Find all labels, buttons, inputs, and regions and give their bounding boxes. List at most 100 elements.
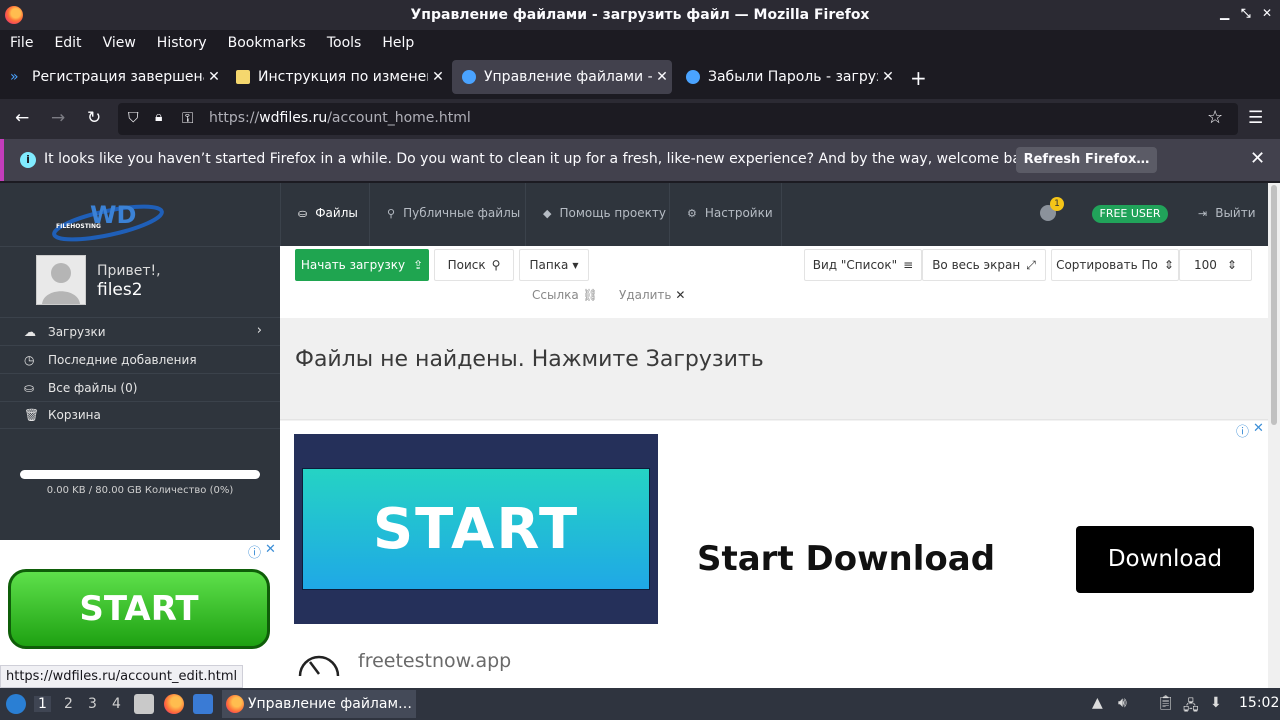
speedometer-icon	[298, 655, 340, 677]
network-icon[interactable]: 🖧	[1183, 695, 1199, 719]
tab-close-icon[interactable]: ✕	[878, 69, 898, 85]
menu-tools[interactable]: Tools	[327, 35, 362, 51]
sidebar-item-label: Последние добавления	[48, 352, 197, 367]
folder-dropdown[interactable]: Папка ▼	[519, 249, 589, 281]
new-tab-icon[interactable]: +	[910, 66, 927, 90]
tab-file-manager[interactable]: Управление файлами - з ✕	[452, 60, 672, 94]
search-button[interactable]: Поиск ⚲	[434, 249, 514, 281]
sort-dropdown[interactable]: Сортировать По ⇕	[1051, 249, 1179, 281]
clipboard-icon[interactable]: 📋︎	[1157, 695, 1175, 711]
ad-close-icon[interactable]: ✕	[265, 542, 276, 557]
main-ad[interactable]: ⓘ ✕ START Start Download Download freete…	[280, 421, 1268, 688]
firefox-launcher-icon[interactable]	[164, 694, 184, 714]
update-icon[interactable]: ⬇	[1210, 695, 1222, 711]
list-icon: ≡	[903, 258, 914, 272]
start-upload-button[interactable]: Начать загрузку ⇪	[295, 249, 429, 281]
nav-files[interactable]: ⛀ Файлы	[298, 206, 358, 220]
user-silhouette-icon	[42, 263, 80, 304]
sort-icon: ⇕	[1163, 258, 1174, 272]
shield-icon[interactable]: ⛉	[128, 110, 139, 126]
ad-close-icon[interactable]: ✕	[1253, 421, 1264, 436]
refresh-firefox-button[interactable]: Refresh Firefox…	[1016, 147, 1157, 173]
window-title: Управление файлами - загрузить файл — Mo…	[410, 7, 870, 23]
tab-close-icon[interactable]: ✕	[428, 69, 448, 85]
workspace-4[interactable]: 4	[112, 696, 121, 712]
notification-close-icon[interactable]: ✕	[1250, 148, 1265, 169]
site-logo[interactable]: WD FILEHOSTING	[50, 195, 165, 243]
scrollbar-thumb[interactable]	[1271, 185, 1277, 425]
nav-help-project[interactable]: ◆ Помощь проекту	[543, 206, 666, 220]
sidebar-item-recent[interactable]: ◷ Последние добавления	[0, 345, 280, 373]
per-page-dropdown[interactable]: 100 ⇕	[1179, 249, 1252, 281]
chevrons-favicon-icon: »	[10, 69, 19, 85]
link-action[interactable]: Ссылка ⛓	[532, 288, 598, 302]
menu-history[interactable]: History	[157, 35, 207, 51]
maximize-icon[interactable]: ⤡	[1241, 6, 1251, 21]
menu-file[interactable]: File	[10, 35, 33, 51]
sidebar-item-label: Загрузки	[48, 324, 106, 339]
left-ad-start-button[interactable]: START	[8, 569, 270, 649]
nav-settings[interactable]: ⚙ Настройки	[687, 206, 773, 220]
logout-link[interactable]: ⇥ Выйти	[1198, 206, 1256, 220]
bookmark-star-icon[interactable]: ☆	[1207, 107, 1223, 128]
lock-icon[interactable]: 🔒︎	[155, 109, 162, 125]
navigation-bar: ← → ↻ ⛉ 🔒︎ ⚿ https://wdfiles.ru/account_…	[0, 99, 1280, 139]
ad-headline[interactable]: Start Download	[697, 539, 995, 579]
clock: 15:02	[1239, 695, 1280, 711]
key-icon[interactable]: ⚿	[182, 109, 193, 127]
url-bar[interactable]: ⛉ 🔒︎ ⚿ https://wdfiles.ru/account_home.h…	[118, 103, 1238, 135]
nav-public-files[interactable]: ⚲ Публичные файлы	[387, 206, 520, 220]
clock-icon: ◷	[24, 352, 35, 367]
firefox-logo-icon	[5, 6, 23, 24]
upload-icon: ⇪	[413, 258, 424, 272]
tab-forgot-password[interactable]: Забыли Пароль - загрузи ✕	[676, 60, 898, 94]
tab-close-icon[interactable]: ✕	[652, 69, 672, 85]
sidebar-item-uploads[interactable]: ☁ Загрузки ›	[0, 317, 280, 345]
sidebar-item-trash[interactable]: 🗑︎ Корзина	[0, 401, 280, 429]
menu-view[interactable]: View	[103, 35, 136, 51]
view-list-button[interactable]: Вид "Список" ≡	[804, 249, 922, 281]
ad-download-button[interactable]: Download	[1076, 526, 1254, 593]
file-manager-icon[interactable]	[134, 694, 154, 714]
hamburger-menu-icon[interactable]: ☰	[1248, 108, 1263, 128]
reload-icon[interactable]: ↻	[87, 108, 101, 128]
menu-help[interactable]: Help	[382, 35, 414, 51]
tab-registration[interactable]: » Регистрация завершена ✕	[0, 60, 224, 94]
sidebar-item-all-files[interactable]: ⛀ Все файлы (0)	[0, 373, 280, 401]
volume-icon[interactable]: 🔊︎	[1118, 695, 1127, 711]
forward-arrow-icon[interactable]: →	[51, 108, 65, 128]
adchoices-icon[interactable]: ⓘ	[248, 542, 261, 561]
tray-up-icon[interactable]: ▲	[1092, 695, 1103, 711]
fullscreen-button[interactable]: Во весь экран ⤢	[922, 249, 1046, 281]
delete-action[interactable]: Удалить ✕	[619, 288, 685, 302]
avatar[interactable]	[36, 255, 86, 305]
desktop-icon[interactable]	[193, 694, 213, 714]
start-menu-icon[interactable]	[6, 694, 26, 714]
menu-bookmarks[interactable]: Bookmarks	[228, 35, 306, 51]
menu-edit[interactable]: Edit	[54, 35, 81, 51]
logo-swoosh-icon: WD FILEHOSTING	[52, 201, 164, 242]
status-link-preview: https://wdfiles.ru/account_edit.html	[0, 665, 244, 688]
empty-state: Файлы не найдены. Нажмите Загрузить	[280, 318, 1268, 420]
empty-message: Файлы не найдены. Нажмите Загрузить	[295, 347, 764, 372]
workspace-1[interactable]: 1	[34, 696, 51, 712]
tab-instruction[interactable]: Инструкция по изменени ✕	[226, 60, 448, 94]
tab-close-icon[interactable]: ✕	[204, 69, 224, 85]
adchoices-icon[interactable]: ⓘ	[1236, 421, 1249, 440]
logo-subtext: FILEHOSTING	[56, 223, 101, 230]
close-window-icon[interactable]: ✕	[1262, 6, 1272, 20]
page-scrollbar[interactable]	[1268, 183, 1280, 688]
gear-icon: ⚙	[687, 206, 697, 220]
search-icon: ⚲	[491, 258, 501, 272]
drive-icon: ⛀	[24, 380, 35, 395]
workspace-3[interactable]: 3	[88, 696, 97, 712]
ad-start-image[interactable]: START	[294, 434, 658, 624]
url-text[interactable]: https://wdfiles.ru/account_home.html	[209, 110, 471, 126]
workspace-2[interactable]: 2	[64, 696, 73, 712]
ad-domain[interactable]: freetestnow.app	[358, 650, 511, 672]
back-arrow-icon[interactable]: ←	[15, 108, 29, 128]
chevron-right-icon: ›	[256, 323, 262, 338]
sidebar-item-label: Корзина	[48, 408, 101, 422]
taskbar-active-window[interactable]: Управление файлам…	[222, 690, 416, 718]
minimize-icon[interactable]: ▁	[1220, 6, 1229, 20]
